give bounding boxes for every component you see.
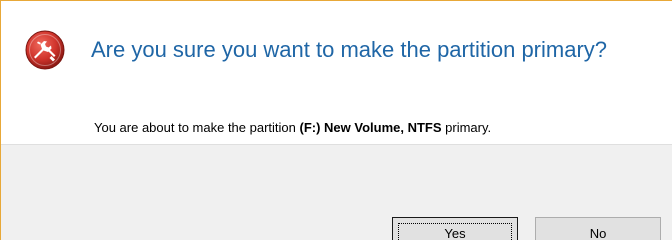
confirm-dialog: Are you sure you want to make the partit…	[0, 0, 672, 240]
no-button[interactable]: No	[535, 217, 661, 240]
dialog-button-bar: Yes No	[1, 144, 672, 240]
message-prefix: You are about to make the partition	[94, 120, 300, 135]
dialog-content: Are you sure you want to make the partit…	[1, 1, 672, 144]
message-suffix: primary.	[441, 120, 492, 135]
dialog-message: You are about to make the partition (F:)…	[94, 120, 491, 136]
question-wrench-icon	[25, 30, 65, 70]
yes-button[interactable]: Yes	[392, 217, 518, 240]
yes-button-label: Yes	[444, 226, 466, 240]
dialog-title: Are you sure you want to make the partit…	[91, 37, 608, 62]
no-button-label: No	[589, 226, 607, 240]
partition-name: (F:) New Volume, NTFS	[299, 120, 442, 135]
